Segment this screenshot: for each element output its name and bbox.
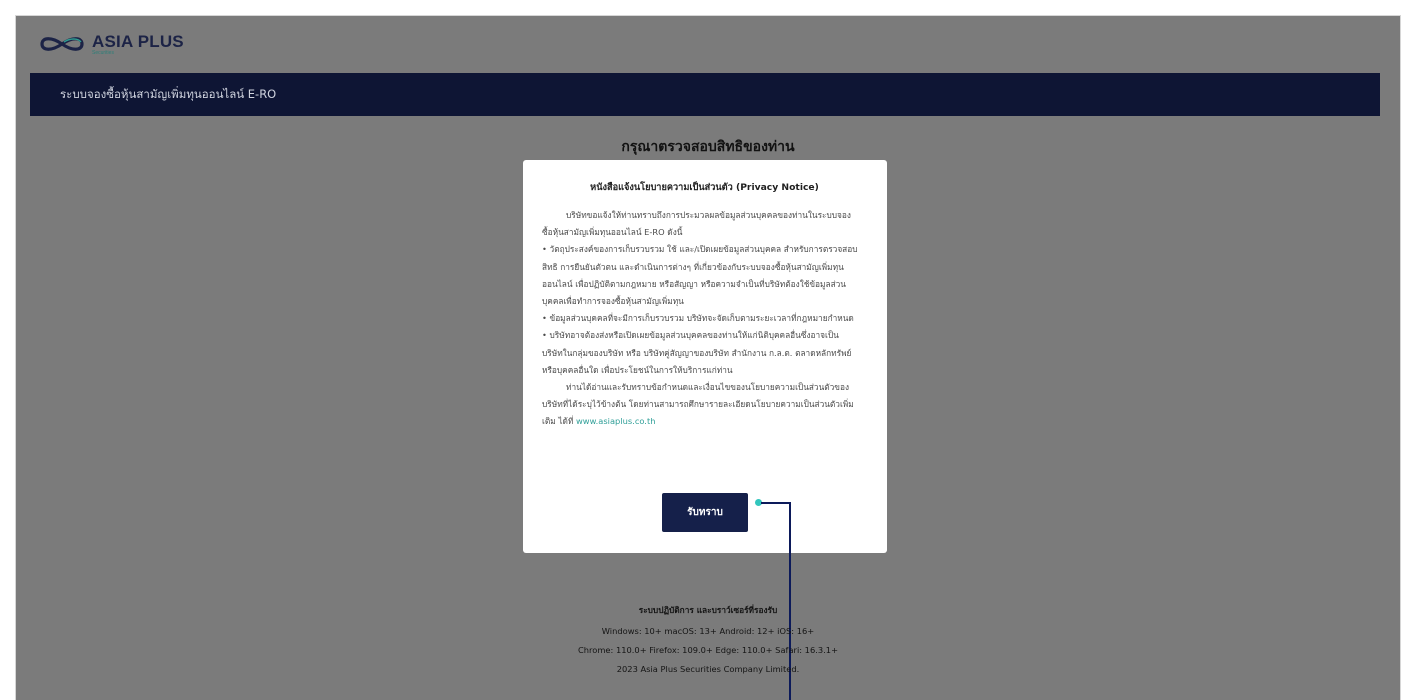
intro-paragraph: บริษัทขอแจ้งให้ท่านทราบถึงการประมวลผลข้อ… [542,210,851,238]
bullet-disclosure: • บริษัทอาจต้องส่งหรือเปิดเผยข้อมูลส่วนบ… [542,330,852,375]
supported-os: Windows: 10+ macOS: 13+ Android: 12+ iOS… [601,626,815,636]
infinity-logo-icon [40,37,84,51]
website-link[interactable]: www.asiaplus.co.th [576,416,655,426]
bullet-purpose: • วัตถุประสงค์ของการเก็บรวบรวม ใช้ และ/เ… [542,244,858,307]
supported-platforms-title: ระบบปฏิบัติการ และบราว์เซอร์ที่รองรับ [638,605,778,615]
accept-button[interactable]: รับทราบ [662,493,748,532]
brand-logo[interactable]: ASIA PLUS Securities [36,30,184,58]
modal-title: หนังสือแจ้งนโยบายความเป็นส่วนตัว (Privac… [590,182,819,193]
privacy-notice-modal: หนังสือแจ้งนโยบายความเป็นส่วนตัว (Privac… [523,160,887,553]
nav-title[interactable]: ระบบจองซื้อหุ้นสามัญเพิ่มทุนออนไลน์ E-RO [60,86,276,104]
supported-browsers: Chrome: 110.0+ Firefox: 109.0+ Edge: 110… [577,645,839,655]
footer: ระบบปฏิบัติการ และบราว์เซอร์ที่รองรับ Wi… [16,603,1400,683]
callout-line [761,502,791,504]
brand-name: ASIA PLUS [92,31,184,51]
closing-paragraph: ท่านได้อ่านและรับทราบข้อกำหนดและเงื่อนไข… [542,379,859,431]
brand-text: ASIA PLUS Securities [92,33,184,56]
brand-subtitle: Securities [92,49,114,56]
modal-body: บริษัทขอแจ้งให้ท่านทราบถึงการประมวลผลข้อ… [542,207,859,431]
top-navbar: ระบบจองซื้อหุ้นสามัญเพิ่มทุนออนไลน์ E-RO [30,73,1380,116]
app-frame: ASIA PLUS Securities ระบบจองซื้อหุ้นสามั… [15,15,1401,700]
copyright: 2023 Asia Plus Securities Company Limite… [616,664,800,674]
bullet-retention: • ข้อมูลส่วนบุคคลที่จะมีการเก็บรวบรวม บร… [542,313,854,324]
page-title: กรุณาตรวจสอบสิทธิของท่าน [621,139,795,155]
